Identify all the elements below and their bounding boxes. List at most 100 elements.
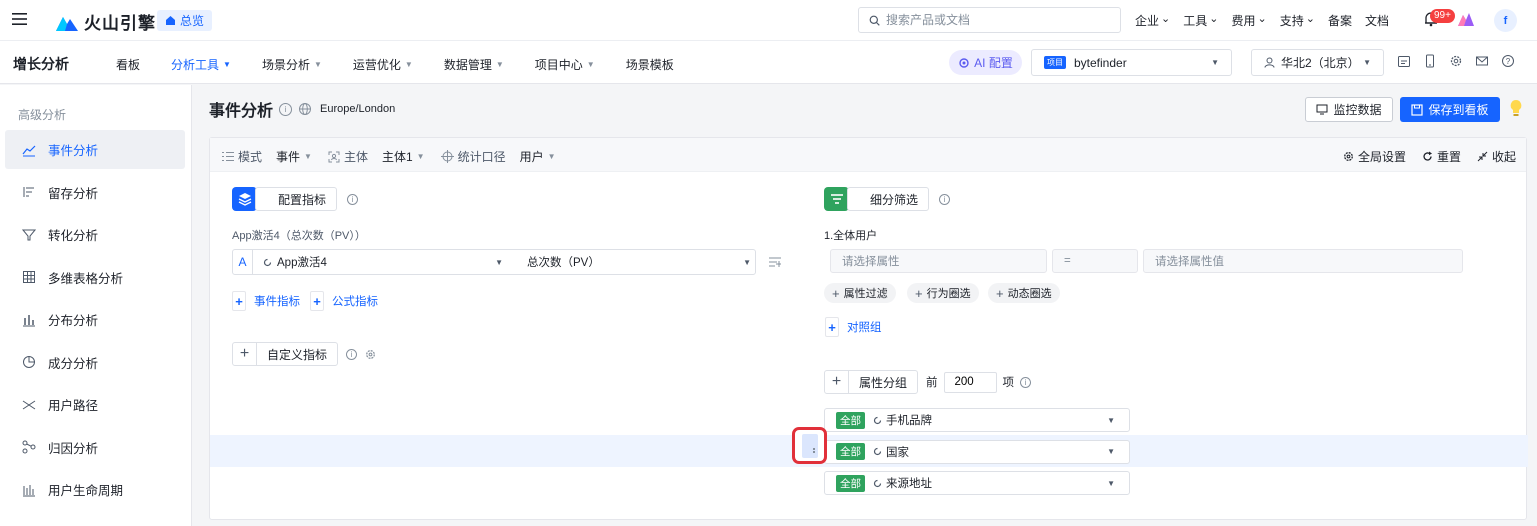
sidebar-item[interactable]: 事件分析 bbox=[5, 130, 185, 169]
all-tag[interactable]: 全部 bbox=[836, 411, 865, 429]
line-chart-icon bbox=[22, 143, 36, 157]
filter-chip[interactable]: + 行为圈选 bbox=[907, 283, 979, 303]
reset-button[interactable]: 重置 bbox=[1422, 148, 1461, 165]
top-nav-item[interactable]: 费用 ⌄ bbox=[1231, 12, 1266, 29]
main-nav-label: 项目中心 bbox=[534, 58, 583, 72]
mail-icon[interactable] bbox=[1475, 54, 1489, 68]
info-icon[interactable]: i bbox=[347, 193, 359, 205]
top-nav-label: 文档 bbox=[1364, 14, 1389, 28]
filter-chip-label: 动态圈选 bbox=[1007, 288, 1052, 300]
calendar-icon[interactable] bbox=[1397, 54, 1411, 68]
add-event-metric-button[interactable]: + 事件指标 bbox=[232, 291, 300, 311]
top-nav-item[interactable]: 企业 ⌄ bbox=[1135, 12, 1170, 29]
top-nav-item[interactable]: 备案 bbox=[1328, 12, 1352, 29]
global-settings-button[interactable]: 全局设置 bbox=[1343, 148, 1406, 165]
main-nav-item[interactable]: 分析工具 ▼ bbox=[171, 56, 231, 73]
lightbulb-icon[interactable] bbox=[1509, 99, 1523, 117]
settings-icon[interactable] bbox=[1449, 54, 1463, 68]
sidebar-item[interactable]: 归因分析 bbox=[5, 428, 185, 467]
timezone-label[interactable]: Europe/London bbox=[320, 103, 395, 115]
sidebar-item[interactable]: 用户生命周期 bbox=[5, 470, 185, 509]
top-nav-item[interactable]: 文档 bbox=[1365, 12, 1389, 29]
ai-config-button[interactable]: AI 配置 bbox=[949, 50, 1022, 75]
aggregation-select[interactable]: 总次数（PV） ▼ bbox=[513, 250, 755, 274]
custom-metric-button[interactable]: + 自定义指标 bbox=[232, 342, 339, 366]
subject-label: 主体 bbox=[343, 150, 368, 164]
all-tag[interactable]: 全部 bbox=[836, 474, 865, 492]
plus-icon: + bbox=[233, 343, 257, 365]
segment-filter-button[interactable]: 细分筛选 bbox=[847, 187, 930, 211]
sidebar-item[interactable]: 留存分析 bbox=[5, 173, 185, 212]
main-nav-label: 分析工具 bbox=[171, 58, 220, 72]
add-formula-metric-label: 公式指标 bbox=[332, 296, 378, 308]
drag-handle[interactable] bbox=[792, 427, 827, 464]
sidebar-item[interactable]: 转化分析 bbox=[5, 215, 185, 254]
subject-value: 主体1 bbox=[381, 150, 413, 164]
group-by-property: 国家 bbox=[886, 446, 909, 459]
info-icon[interactable]: i bbox=[346, 348, 358, 360]
sidebar-item-label: 归因分析 bbox=[48, 441, 99, 456]
filter-chip-label: 属性过滤 bbox=[843, 288, 888, 300]
sidebar-item[interactable]: 分布分析 bbox=[5, 300, 185, 339]
group-by-row[interactable]: 全部 手机品牌 ▼ bbox=[824, 408, 1130, 432]
user-avatar[interactable]: f bbox=[1494, 9, 1517, 32]
mode-select[interactable]: 事件 ▼ bbox=[276, 148, 312, 165]
main-nav-item[interactable]: 场景分析 ▼ bbox=[262, 56, 322, 73]
menu-icon[interactable] bbox=[12, 12, 27, 26]
filter-chip[interactable]: + 动态圈选 bbox=[988, 283, 1060, 303]
search-input[interactable] bbox=[886, 13, 1106, 27]
main-nav-label: 场景分析 bbox=[261, 58, 310, 72]
region-select[interactable]: 华北2（北京） ▼ bbox=[1251, 49, 1384, 76]
stat-label: 统计口径 bbox=[457, 150, 506, 164]
search-box[interactable] bbox=[858, 7, 1121, 33]
metric-row: A App激活4 ▼ 总次数（PV） ▼ bbox=[232, 249, 756, 275]
group-by-button[interactable]: + 属性分组 bbox=[824, 370, 919, 394]
main-nav-item[interactable]: 项目中心 ▼ bbox=[535, 56, 595, 73]
gear-icon[interactable] bbox=[365, 349, 376, 360]
logo[interactable]: 火山引擎 bbox=[56, 9, 156, 34]
sidebar-item-label: 分布分析 bbox=[48, 314, 99, 328]
save-to-dashboard-button[interactable]: 保存到看板 bbox=[1400, 97, 1500, 122]
operator-select[interactable]: = bbox=[1052, 249, 1138, 273]
add-formula-metric-button[interactable]: + 公式指标 bbox=[310, 291, 378, 311]
compare-group-button[interactable]: + 对照组 bbox=[825, 317, 882, 337]
info-icon[interactable]: i bbox=[939, 193, 951, 205]
sidebar-item[interactable]: 用户路径 bbox=[5, 385, 185, 424]
collapse-button[interactable]: 收起 bbox=[1477, 148, 1516, 165]
property-value-select[interactable]: 请选择属性值 bbox=[1143, 249, 1463, 273]
configure-metrics-button[interactable]: 配置指标 bbox=[255, 187, 338, 211]
sidebar-item[interactable]: 多维表格分析 bbox=[5, 258, 185, 297]
project-select[interactable]: 项目 bytefinder ▼ bbox=[1031, 49, 1232, 76]
main-nav-label: 场景模板 bbox=[625, 58, 674, 72]
main-nav-item[interactable]: 数据管理 ▼ bbox=[444, 56, 504, 73]
region-name: 华北2（北京） bbox=[1281, 56, 1360, 70]
property-select[interactable]: 请选择属性 bbox=[830, 249, 1047, 273]
top-nav-item[interactable]: 工具 ⌄ bbox=[1183, 12, 1218, 29]
top-count-input[interactable] bbox=[943, 371, 997, 393]
mobile-icon[interactable] bbox=[1423, 54, 1437, 68]
chevron-down-icon: ▼ bbox=[495, 257, 503, 267]
info-icon[interactable]: i bbox=[279, 102, 293, 116]
filter-chip[interactable]: + 属性过滤 bbox=[824, 283, 896, 303]
volcano-logo-icon bbox=[56, 16, 78, 31]
monitor-data-button[interactable]: 监控数据 bbox=[1305, 97, 1393, 122]
mountain-icon[interactable] bbox=[1458, 12, 1474, 26]
chevron-down-icon: ▼ bbox=[586, 60, 595, 69]
all-tag[interactable]: 全部 bbox=[836, 443, 865, 460]
sidebar-item[interactable]: 成分分析 bbox=[5, 343, 185, 382]
group-by-row[interactable]: 全部 国家 ▼ bbox=[824, 439, 1130, 464]
group-by-row[interactable]: 全部 来源地址 ▼ bbox=[824, 471, 1130, 495]
top-nav-item[interactable]: 支持 ⌄ bbox=[1280, 12, 1315, 29]
main-nav-item[interactable]: 运营优化 ▼ bbox=[353, 56, 413, 73]
filter-settings-icon[interactable] bbox=[769, 256, 781, 267]
overview-button[interactable]: 总览 bbox=[157, 10, 213, 31]
reset-label: 重置 bbox=[1436, 150, 1461, 164]
event-select[interactable]: App激活4 ▼ bbox=[253, 250, 513, 274]
stat-select[interactable]: 用户 ▼ bbox=[520, 148, 556, 165]
main-nav-item[interactable]: 看板 bbox=[116, 56, 140, 73]
mode-value: 事件 bbox=[276, 150, 301, 164]
subject-select[interactable]: 主体1 ▼ bbox=[382, 148, 425, 165]
help-icon[interactable]: ? bbox=[1501, 54, 1515, 68]
main-nav-item[interactable]: 场景模板 bbox=[626, 56, 674, 73]
info-icon[interactable]: i bbox=[1020, 376, 1032, 388]
